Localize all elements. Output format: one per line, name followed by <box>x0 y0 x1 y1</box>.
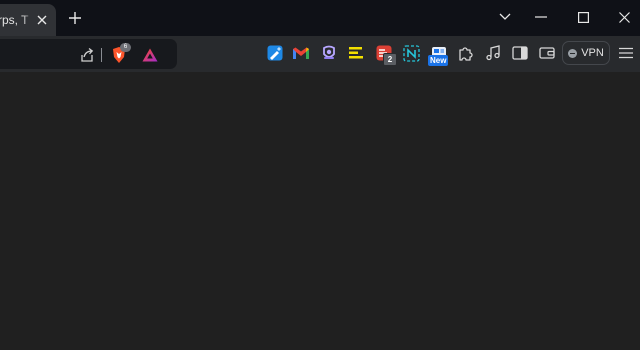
maximize-icon[interactable] <box>571 6 595 28</box>
todoist-icon[interactable]: 2 <box>375 44 397 66</box>
share-icon[interactable] <box>78 46 96 64</box>
close-icon[interactable] <box>34 12 50 28</box>
news-new-badge: New <box>428 55 449 66</box>
address-bar-separator <box>101 48 102 62</box>
todoist-badge: 2 <box>383 53 397 66</box>
page-content <box>0 72 640 350</box>
wallet-icon[interactable] <box>538 44 556 62</box>
tab-strip: rps, T <box>0 0 640 36</box>
minimize-icon[interactable] <box>529 6 553 28</box>
brave-rewards-icon[interactable] <box>141 46 159 64</box>
menu-icon[interactable] <box>617 44 635 62</box>
tab-active[interactable]: rps, T <box>0 4 56 36</box>
address-bar[interactable]: 6 <box>0 39 177 69</box>
music-note-icon[interactable] <box>484 44 502 62</box>
chevron-down-icon[interactable] <box>493 6 517 28</box>
browser-toolbar: 6 2 New VPN <box>0 36 640 72</box>
sidebar-icon[interactable] <box>511 44 529 62</box>
gmail-icon[interactable] <box>292 44 310 62</box>
vpn-button[interactable]: VPN <box>562 41 610 65</box>
proton-pass-icon[interactable] <box>320 44 338 62</box>
vpn-status-icon <box>568 48 578 58</box>
puzzle-icon[interactable] <box>457 44 475 62</box>
n-extension-icon[interactable] <box>402 44 420 62</box>
vpn-label: VPN <box>581 47 604 59</box>
news-icon[interactable]: New <box>428 44 449 66</box>
shields-count-badge: 6 <box>120 43 131 52</box>
plus-icon[interactable] <box>65 8 85 28</box>
tab-title-fade <box>22 4 34 36</box>
window-close-icon[interactable] <box>612 6 636 28</box>
brave-shields-icon[interactable]: 6 <box>110 43 131 64</box>
notes-lines-icon[interactable] <box>347 44 365 62</box>
image-editor-icon[interactable] <box>266 44 284 62</box>
